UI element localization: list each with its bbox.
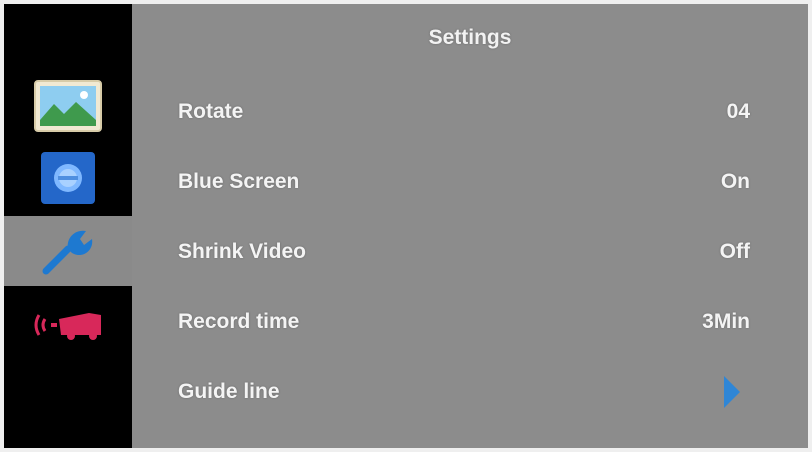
sidebar-item-picture[interactable] bbox=[4, 76, 132, 140]
setting-label: Guide line bbox=[178, 380, 280, 403]
setting-label: Blue Screen bbox=[178, 170, 300, 193]
sidebar-item-display[interactable] bbox=[4, 150, 132, 210]
play-arrow-icon[interactable] bbox=[722, 374, 742, 410]
wrench-icon bbox=[38, 221, 98, 282]
settings-panel: Settings Rotate 04 Blue Screen On Shrink… bbox=[132, 4, 808, 448]
blue-circle-icon bbox=[40, 151, 96, 210]
setting-value: Off bbox=[719, 240, 750, 263]
sidebar-item-settings[interactable] bbox=[4, 216, 132, 286]
device-screen: Settings Rotate 04 Blue Screen On Shrink… bbox=[4, 4, 808, 448]
sidebar-item-reverse-camera[interactable] bbox=[4, 294, 132, 360]
setting-row-shrink-video[interactable]: Shrink Video Off bbox=[178, 232, 750, 272]
setting-value: On bbox=[720, 170, 750, 193]
setting-value: 3Min bbox=[702, 310, 750, 333]
page-title: Settings bbox=[428, 26, 512, 49]
setting-label: Record time bbox=[178, 310, 300, 333]
sidebar bbox=[4, 4, 132, 448]
landscape-picture-icon bbox=[34, 79, 102, 137]
setting-label: Shrink Video bbox=[178, 240, 306, 263]
setting-row-blue-screen[interactable]: Blue Screen On bbox=[178, 162, 750, 202]
setting-row-record-time[interactable]: Record time 3Min bbox=[178, 302, 750, 342]
setting-row-rotate[interactable]: Rotate 04 bbox=[178, 92, 750, 132]
setting-value: 04 bbox=[726, 100, 750, 123]
setting-row-guide-line[interactable]: Guide line bbox=[178, 372, 740, 412]
car-reverse-sensor-icon bbox=[29, 305, 107, 350]
setting-label: Rotate bbox=[178, 100, 244, 123]
